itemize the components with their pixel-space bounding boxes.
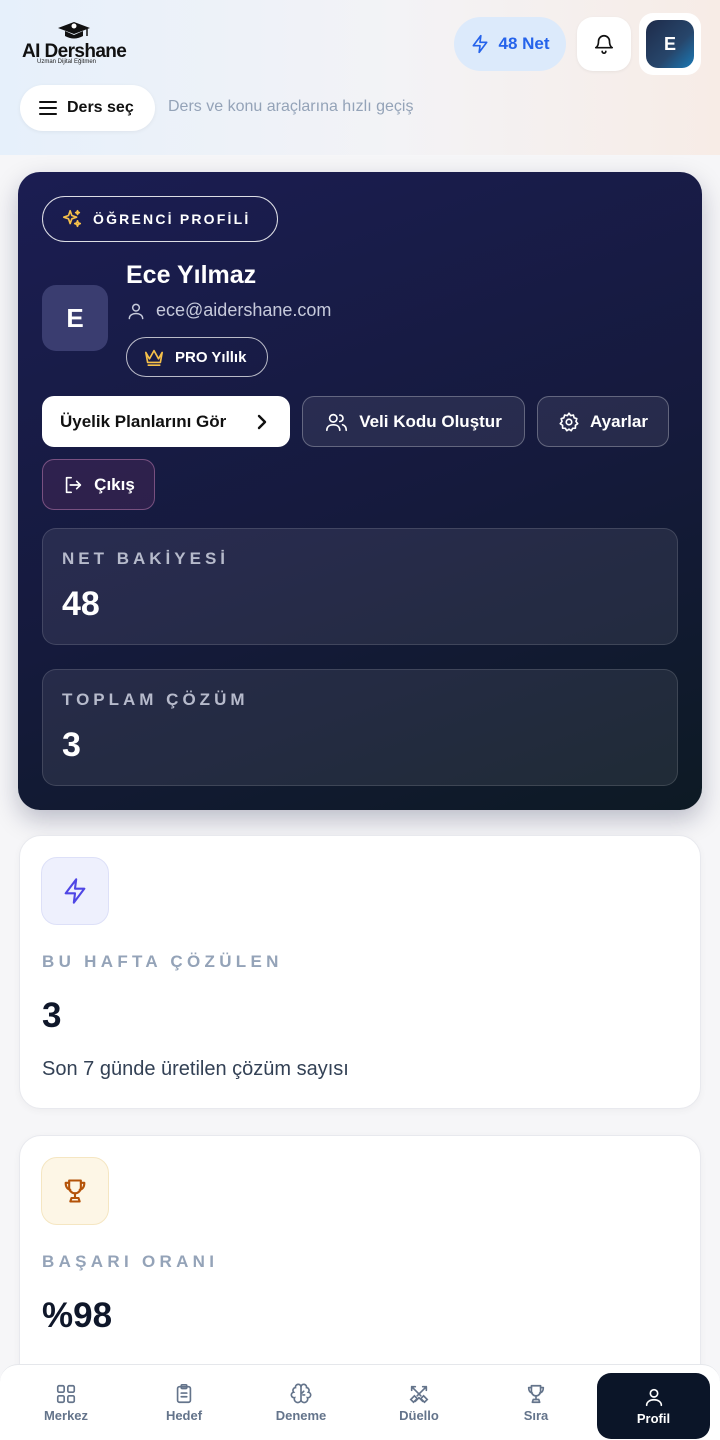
gear-icon [559,411,579,432]
sparkles-icon [62,209,82,228]
net-balance-stat: NET BAKİYESİ 48 [42,528,678,645]
brain-icon [290,1383,312,1404]
bottom-navigation: Merkez Hedef Deneme Düello Sıra Profil [0,1364,720,1440]
nav-item-duello[interactable]: Düello [361,1365,477,1440]
nav-label: Hedef [165,1408,203,1423]
student-profile-badge-label: ÖĞRENCİ PROFİLİ [93,211,251,227]
stat-value: 48 [62,585,100,623]
app-logo[interactable]: AI Dershane Uzman Dijital Eğitmen [22,20,132,70]
card-value: 3 [42,996,62,1035]
settings-button[interactable]: Ayarlar [537,396,669,447]
logo-subtitle: Uzman Dijital Eğitmen [37,59,97,65]
card-label: BAŞARI ORANI [42,1252,219,1271]
card-value: %98 [42,1296,113,1335]
logout-button[interactable]: Çıkış [42,459,155,510]
view-plans-button[interactable]: Üyelik Planlarını Gör [42,396,290,447]
nav-label: Sıra [523,1408,549,1423]
create-parent-code-button[interactable]: Veli Kodu Oluştur [302,396,525,447]
profile-email-text: ece@aidershane.com [156,300,332,320]
crown-icon [145,349,163,366]
grid-icon [56,1384,76,1404]
ders-sec-label: Ders seç [67,99,134,116]
ders-sec-button[interactable]: Ders seç [20,85,155,131]
logout-icon [65,476,82,493]
nav-item-sira[interactable]: Sıra [478,1365,594,1440]
chevron-right-icon [257,414,267,429]
nav-item-profil[interactable]: Profil [597,1373,710,1439]
trophy-icon [64,1179,86,1203]
nav-item-deneme[interactable]: Deneme [243,1365,359,1440]
logout-label: Çıkış [94,474,135,494]
nav-label: Profil [636,1411,671,1426]
swords-icon [409,1385,429,1404]
student-profile-badge: ÖĞRENCİ PROFİLİ [42,196,278,242]
profile-card: ÖĞRENCİ PROFİLİ E Ece Yılmaz ece@aidersh… [18,172,702,810]
user-icon [128,303,144,319]
avatar: E [646,20,694,68]
users-icon [326,413,348,431]
view-plans-label: Üyelik Planlarını Gör [60,411,227,431]
nav-label: Deneme [275,1408,327,1423]
ders-hint-text: Ders ve konu araçlarına hızlı geçiş [168,98,414,115]
plan-badge-label: PRO Yıllık [175,348,247,366]
menu-icon [39,101,57,115]
graduation-cap-icon [58,22,90,39]
profile-name: Ece Yılmaz [126,261,257,289]
user-avatar-button[interactable]: E [639,13,701,75]
weekly-solved-icon-box [41,857,109,925]
weekly-solved-card: BU HAFTA ÇÖZÜLEN 3 Son 7 günde üretilen … [19,835,701,1109]
clipboard-icon [176,1384,192,1404]
settings-label: Ayarlar [590,411,648,431]
net-balance-label: 48 Net [498,34,550,53]
stat-label: NET BAKİYESİ [62,549,230,568]
trophy-icon [527,1384,545,1404]
total-solutions-stat: TOPLAM ÇÖZÜM 3 [42,669,678,786]
bolt-icon [472,34,488,54]
bell-icon [594,35,614,54]
success-rate-icon-box [41,1157,109,1225]
bolt-icon [64,878,86,904]
card-label: BU HAFTA ÇÖZÜLEN [42,952,283,971]
card-description: Son 7 günde üretilen çözüm sayısı [42,1058,349,1080]
nav-label: Merkez [43,1408,89,1423]
notifications-button[interactable] [577,17,631,71]
profile-avatar: E [42,285,108,351]
nav-item-merkez[interactable]: Merkez [8,1365,124,1440]
net-balance-pill[interactable]: 48 Net [454,17,566,71]
top-header: AI Dershane Uzman Dijital Eğitmen 48 Net… [0,0,720,155]
plan-badge: PRO Yıllık [126,337,268,377]
nav-item-hedef[interactable]: Hedef [126,1365,242,1440]
user-icon [645,1388,662,1407]
stat-label: TOPLAM ÇÖZÜM [62,690,249,709]
create-parent-code-label: Veli Kodu Oluştur [359,411,502,431]
profile-email: ece@aidershane.com [126,300,331,321]
stat-value: 3 [62,726,81,764]
nav-label: Düello [399,1408,439,1423]
